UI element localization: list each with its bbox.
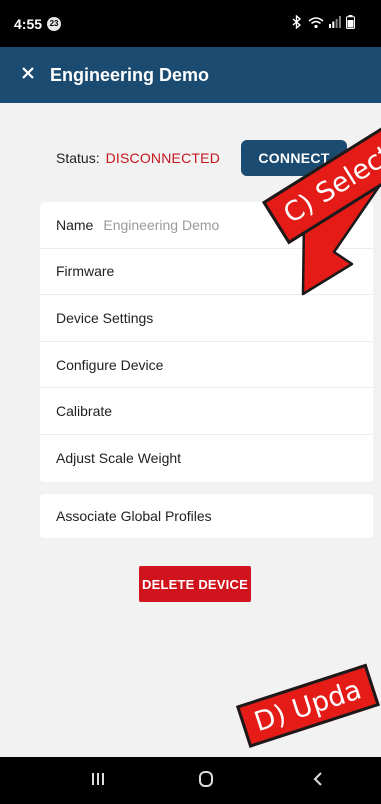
close-icon	[22, 66, 34, 84]
annotation-step-d: D) Upda	[236, 663, 380, 748]
status-label: Status:	[56, 150, 100, 166]
device-name-row[interactable]: Name Engineering Demo	[40, 202, 373, 249]
associate-card: Associate Global Profiles	[40, 494, 373, 538]
status-bar: 4:55 23	[0, 0, 381, 47]
system-nav-bar	[0, 757, 381, 804]
status-time: 4:55	[14, 15, 43, 32]
notification-count-badge: 23	[47, 16, 62, 31]
recent-apps-icon	[90, 771, 106, 792]
battery-icon	[346, 15, 355, 29]
device-name-value: Engineering Demo	[103, 216, 220, 233]
recent-apps-button[interactable]	[74, 767, 122, 795]
close-button[interactable]	[0, 47, 38, 103]
device-options-card: Name Engineering Demo Firmware Device Se…	[40, 202, 373, 482]
connection-status: Status: DISCONNECTED	[56, 140, 220, 176]
back-icon	[312, 771, 324, 792]
system-icons	[291, 15, 355, 29]
device-name-label: Name	[56, 216, 94, 233]
menu-item-configure-device[interactable]: Configure Device	[40, 342, 373, 389]
app-bar: Engineering Demo	[0, 47, 381, 103]
bluetooth-icon	[291, 15, 303, 29]
delete-device-button[interactable]: DELETE DEVICE	[139, 566, 251, 602]
page-title: Engineering Demo	[50, 64, 210, 85]
connect-button[interactable]: CONNECT	[241, 140, 347, 176]
status-value: DISCONNECTED	[105, 150, 221, 166]
back-button[interactable]	[294, 767, 342, 795]
home-icon	[197, 770, 215, 793]
menu-item-calibrate[interactable]: Calibrate	[40, 388, 373, 435]
menu-item-associate-global-profiles[interactable]: Associate Global Profiles	[40, 494, 373, 538]
menu-item-device-settings[interactable]: Device Settings	[40, 295, 373, 342]
menu-item-firmware[interactable]: Firmware	[40, 249, 373, 296]
wifi-icon	[308, 16, 324, 29]
home-button[interactable]	[182, 767, 230, 795]
menu-item-adjust-scale-weight[interactable]: Adjust Scale Weight	[40, 435, 373, 482]
signal-icon	[329, 16, 341, 28]
